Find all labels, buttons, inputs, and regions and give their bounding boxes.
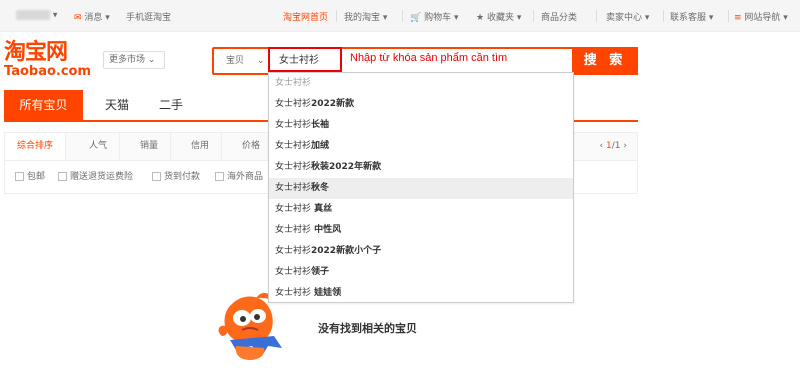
- star-icon: ★: [476, 13, 485, 23]
- chevron-right-icon[interactable]: ›: [623, 141, 627, 151]
- annotation-highlight-box: [268, 47, 342, 72]
- suggestion-prefix: 女士衬衫: [275, 120, 312, 130]
- suggestion-suffix: 秋装2022年新款: [311, 162, 382, 172]
- suggestion-prefix: 女士衬衫: [275, 78, 312, 88]
- sort-price[interactable]: 价格: [230, 133, 274, 160]
- suggestion-item[interactable]: 女士衬衫 娃娃领: [269, 283, 573, 304]
- sort-sales[interactable]: 销量: [128, 133, 172, 160]
- suggestion-prefix: 女士衬衫: [275, 288, 312, 298]
- chevron-down-icon: ⌄: [256, 56, 265, 66]
- my-taobao-label: 我的淘宝: [344, 13, 381, 23]
- home-link[interactable]: 淘宝网首页: [283, 10, 328, 23]
- sort-popularity[interactable]: 人气: [77, 133, 121, 160]
- pager: ‹ 1/1 ›: [600, 133, 627, 160]
- tab-secondhand[interactable]: 二手: [146, 90, 196, 120]
- logo-en: Taobao.com: [4, 64, 92, 79]
- suggestion-item[interactable]: 女士衬衫2022新款小个子: [269, 241, 573, 262]
- divider: [402, 10, 403, 22]
- checkbox[interactable]: [215, 172, 224, 181]
- suggestion-item[interactable]: 女士衬衫秋装2022年新款: [269, 157, 573, 178]
- username[interactable]: ▾: [16, 10, 57, 21]
- sort-credit[interactable]: 信用: [179, 133, 223, 160]
- divider: [533, 10, 534, 22]
- suggestion-item[interactable]: 女士衬衫长袖: [269, 115, 573, 136]
- checkbox[interactable]: [58, 172, 67, 181]
- search-button[interactable]: 搜 索: [572, 47, 638, 75]
- cart-label: 购物车: [424, 13, 452, 23]
- divider: [728, 10, 729, 22]
- suggestion-suffix: 长袖: [311, 120, 330, 130]
- cart-link[interactable]: 🛒 购物车 ▾: [410, 10, 459, 23]
- suggestion-item[interactable]: 女士衬衫 中性风: [269, 220, 573, 241]
- suggestion-suffix: 中性风: [311, 225, 342, 235]
- suggestion-prefix: 女士衬衫: [275, 225, 312, 235]
- suggestion-suffix: 真丝: [311, 204, 333, 214]
- messages-link[interactable]: ✉ 消息 ▾: [74, 10, 110, 23]
- suggestion-suffix: 2022新款: [311, 99, 355, 109]
- suggestion-item[interactable]: 女士衬衫领子: [269, 262, 573, 283]
- filter-label: 赠送退货运费险: [70, 172, 134, 182]
- support-link[interactable]: 联系客服 ▾: [670, 10, 713, 23]
- filter-overseas[interactable]: 海外商品: [215, 169, 263, 182]
- suggestion-prefix: 女士衬衫: [275, 246, 312, 256]
- favorites-link[interactable]: ★ 收藏夹 ▾: [476, 10, 521, 23]
- cart-icon: 🛒: [410, 13, 422, 23]
- messages-label: 消息: [84, 13, 103, 23]
- support-label: 联系客服: [670, 13, 707, 23]
- chevron-left-icon[interactable]: ‹: [600, 141, 604, 151]
- suggestion-suffix: 娃娃领: [311, 288, 342, 298]
- site-nav-label: 网站导航: [744, 13, 781, 23]
- divider: [596, 10, 597, 22]
- my-taobao-link[interactable]: 我的淘宝 ▾: [344, 10, 387, 23]
- suggestion-item[interactable]: 女士衬衫 真丝: [269, 199, 573, 220]
- mail-icon: ✉: [74, 13, 82, 23]
- divider: [663, 10, 664, 22]
- total-pages: /1: [611, 141, 621, 151]
- suggestion-prefix: 女士衬衫: [275, 204, 312, 214]
- mobile-link[interactable]: 手机逛淘宝: [126, 10, 171, 23]
- annotation-text: Nhập từ khóa sản phẩm cần tìm: [350, 52, 508, 64]
- suggestion-suffix: 加绒: [311, 141, 330, 151]
- suggestion-prefix: 女士衬衫: [275, 141, 312, 151]
- tab-tmall[interactable]: 天猫: [92, 90, 142, 120]
- filter-free-shipping[interactable]: 包邮: [15, 169, 45, 182]
- empty-result-message: 没有找到相关的宝贝: [318, 322, 417, 335]
- suggestion-suffix: 领子: [311, 267, 330, 277]
- more-markets-button[interactable]: 更多市场 ⌄: [103, 51, 165, 69]
- suggestion-suffix: 2022新款小个子: [311, 246, 382, 256]
- suggestion-prefix: 女士衬衫: [275, 183, 312, 193]
- chevron-down-icon: ⌄: [147, 55, 156, 65]
- favorites-label: 收藏夹: [486, 13, 514, 23]
- top-nav-bar: ▾ ✉ 消息 ▾ 手机逛淘宝 淘宝网首页 我的淘宝 ▾ 🛒 购物车 ▾ ★ 收藏…: [0, 0, 800, 32]
- suggestion-prefix: 女士衬衫: [275, 162, 312, 172]
- seller-center-link[interactable]: 卖家中心 ▾: [606, 10, 649, 23]
- suggestion-item[interactable]: 女士衬衫2022新款: [269, 94, 573, 115]
- menu-icon: ≡: [734, 13, 742, 23]
- search-type-select[interactable]: 宝贝 ⌄: [214, 49, 269, 73]
- tab-all[interactable]: 所有宝贝: [4, 90, 83, 120]
- more-markets-label: 更多市场: [109, 55, 146, 65]
- suggestion-prefix: 女士衬衫: [275, 267, 312, 277]
- taobao-logo[interactable]: 淘宝网 Taobao.com: [4, 41, 92, 81]
- seller-center-label: 卖家中心: [606, 13, 643, 23]
- filter-return-insurance[interactable]: 赠送退货运费险: [58, 169, 133, 182]
- search-type-label: 宝贝: [226, 56, 245, 66]
- suggestion-item[interactable]: 女士衬衫: [269, 73, 573, 94]
- sort-default[interactable]: 综合排序: [5, 133, 67, 160]
- filter-label: 包邮: [27, 172, 46, 182]
- site-nav-link[interactable]: ≡ 网站导航 ▾: [734, 10, 788, 23]
- filter-label: 海外商品: [227, 172, 264, 182]
- categories-link[interactable]: 商品分类: [541, 10, 577, 23]
- suggestion-suffix: 秋冬: [311, 183, 330, 193]
- search-suggestions: 女士衬衫 女士衬衫2022新款 女士衬衫长袖 女士衬衫加绒 女士衬衫秋装2022…: [268, 72, 574, 303]
- suggestion-item[interactable]: 女士衬衫加绒: [269, 136, 573, 157]
- suggestion-prefix: 女士衬衫: [275, 99, 312, 109]
- filter-cod[interactable]: 货到付款: [152, 169, 200, 182]
- suggestion-item[interactable]: 女士衬衫秋冬: [269, 178, 573, 199]
- divider: [336, 10, 337, 22]
- checkbox[interactable]: [152, 172, 161, 181]
- filter-label: 货到付款: [164, 172, 201, 182]
- logo-cn: 淘宝网: [4, 40, 68, 65]
- checkbox[interactable]: [15, 172, 24, 181]
